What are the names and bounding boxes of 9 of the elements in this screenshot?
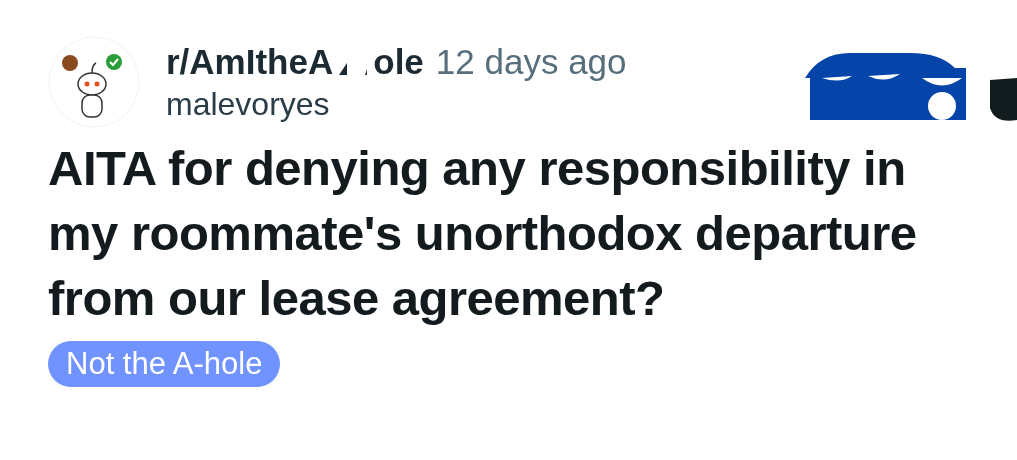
post-time: 12 days ago xyxy=(435,42,627,82)
post-flair: Not the A-hole xyxy=(48,341,281,387)
subreddit-name[interactable]: r/AmItheA xyxy=(166,42,334,82)
avatar-icon xyxy=(48,36,140,128)
cropped-icon xyxy=(990,78,1017,121)
subreddit-name[interactable]: ole xyxy=(373,42,424,82)
redaction-mark xyxy=(339,63,368,75)
post-title: AITA for denying any responsibility in my roommate's unorthodox departure from our lease agreement? xyxy=(48,140,918,327)
author-name[interactable]: malevoryes xyxy=(166,86,627,122)
